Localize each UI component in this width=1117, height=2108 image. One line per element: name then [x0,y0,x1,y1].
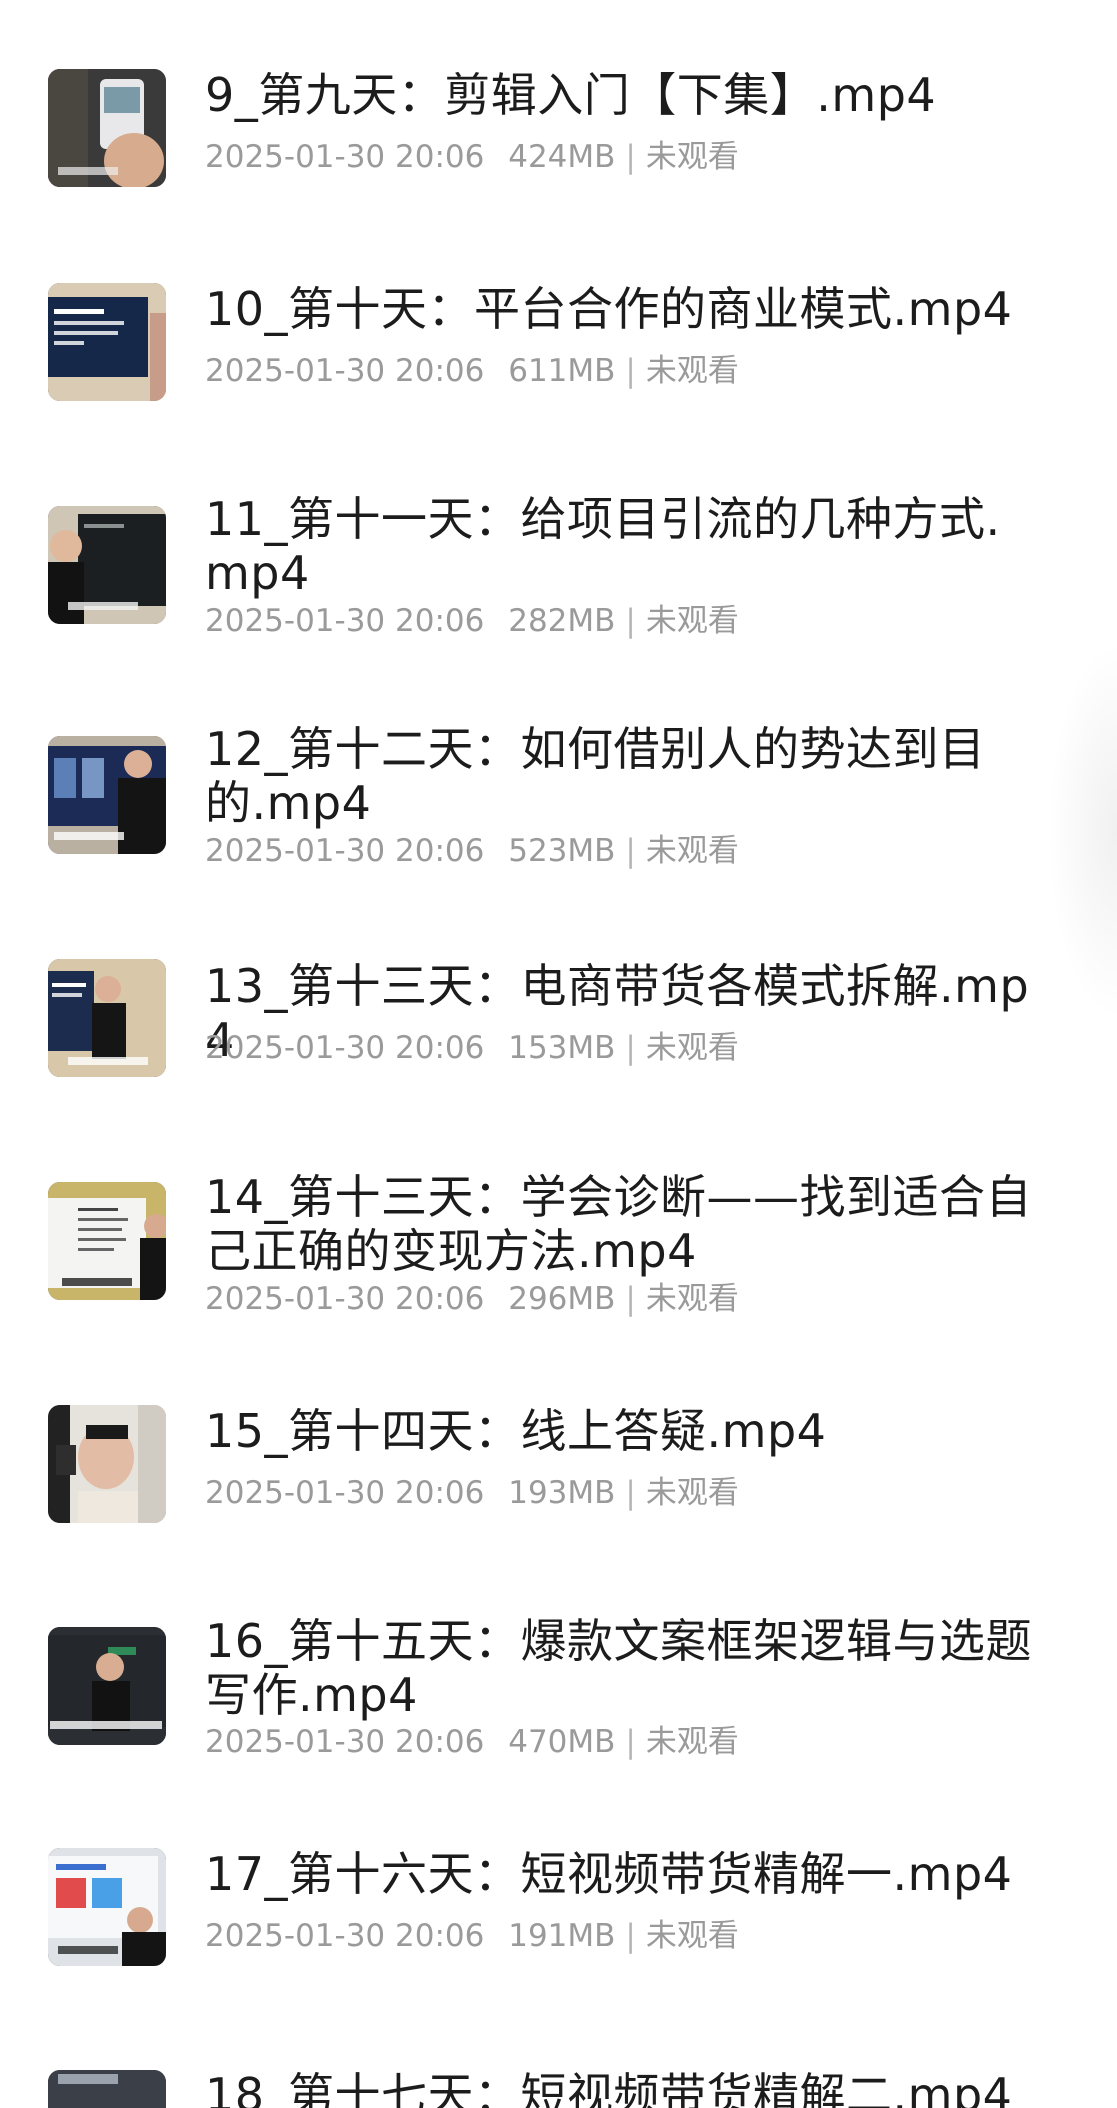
list-item[interactable]: 18_第十七天：短视频带货精解二.mp4 [0,2068,1117,2108]
meta-separator: | [625,603,636,639]
watch-status: 未观看 [645,1724,739,1760]
video-meta: 2025-01-30 20:06 470MB | 未观看 [205,1722,739,1762]
video-meta: 2025-01-30 20:06 191MB | 未观看 [205,1916,739,1956]
watch-status: 未观看 [645,139,739,175]
video-title[interactable]: 14_第十三天：学会诊断——找到适合自己正确的变现方法.mp4 [205,1170,1045,1278]
watch-status: 未观看 [645,1281,739,1317]
video-title[interactable]: 18_第十七天：短视频带货精解二.mp4 [205,2068,1045,2108]
video-title[interactable]: 17_第十六天：短视频带货精解一.mp4 [205,1847,1045,1901]
video-thumbnail-image [48,69,166,187]
video-meta: 2025-01-30 20:06 611MB | 未观看 [205,351,739,391]
video-thumbnail [48,283,166,401]
video-meta: 2025-01-30 20:06 193MB | 未观看 [205,1473,739,1513]
video-thumbnail-image [48,1182,166,1300]
video-meta: 2025-01-30 20:06 153MB | 未观看 [205,1028,739,1068]
video-meta: 2025-01-30 20:06 282MB | 未观看 [205,601,739,641]
video-thumbnail [48,69,166,187]
video-size: 296MB [508,1281,616,1317]
meta-separator: | [625,1724,636,1760]
video-date: 2025-01-30 20:06 [205,833,485,869]
video-title[interactable]: 10_第十天：平台合作的商业模式.mp4 [205,282,1045,336]
meta-separator: | [625,833,636,869]
video-date: 2025-01-30 20:06 [205,603,485,639]
edge-shadow [1047,640,1117,1020]
video-date: 2025-01-30 20:06 [205,1918,485,1954]
meta-separator: | [625,1030,636,1066]
video-size: 611MB [508,353,616,389]
video-size: 523MB [508,833,616,869]
video-file-list: 9_第九天：剪辑入门【下集】.mp4 2025-01-30 20:06 424M… [0,0,1117,2108]
video-date: 2025-01-30 20:06 [205,353,485,389]
video-thumbnail-image [48,736,166,854]
watch-status: 未观看 [645,1475,739,1511]
video-thumbnail-image [48,1405,166,1523]
watch-status: 未观看 [645,833,739,869]
video-size: 470MB [508,1724,616,1760]
meta-separator: | [625,353,636,389]
watch-status: 未观看 [645,1030,739,1066]
video-size: 153MB [508,1030,616,1066]
watch-status: 未观看 [645,353,739,389]
video-thumbnail [48,506,166,624]
meta-separator: | [625,1475,636,1511]
video-thumbnail-image [48,283,166,401]
video-thumbnail [48,1182,166,1300]
video-title[interactable]: 11_第十一天：给项目引流的几种方式.mp4 [205,492,1045,600]
video-thumbnail-image [48,2070,166,2108]
video-meta: 2025-01-30 20:06 523MB | 未观看 [205,831,739,871]
video-size: 282MB [508,603,616,639]
video-thumbnail-image [48,506,166,624]
video-thumbnail-image [48,1848,166,1966]
meta-separator: | [625,1281,636,1317]
video-date: 2025-01-30 20:06 [205,1030,485,1066]
video-thumbnail [48,2070,166,2108]
watch-status: 未观看 [645,1918,739,1954]
video-size: 191MB [508,1918,616,1954]
video-date: 2025-01-30 20:06 [205,1281,485,1317]
video-thumbnail [48,1848,166,1966]
video-meta: 2025-01-30 20:06 424MB | 未观看 [205,137,739,177]
video-date: 2025-01-30 20:06 [205,1724,485,1760]
video-date: 2025-01-30 20:06 [205,139,485,175]
video-title[interactable]: 9_第九天：剪辑入门【下集】.mp4 [205,68,1045,122]
meta-separator: | [625,139,636,175]
video-thumbnail [48,736,166,854]
video-size: 424MB [508,139,616,175]
video-size: 193MB [508,1475,616,1511]
video-thumbnail-image [48,959,166,1077]
meta-separator: | [625,1918,636,1954]
video-date: 2025-01-30 20:06 [205,1475,485,1511]
video-thumbnail-image [48,1627,166,1745]
watch-status: 未观看 [645,603,739,639]
video-thumbnail [48,1405,166,1523]
video-title[interactable]: 12_第十二天：如何借别人的势达到目的.mp4 [205,722,1045,830]
video-meta: 2025-01-30 20:06 296MB | 未观看 [205,1279,739,1319]
video-title[interactable]: 16_第十五天：爆款文案框架逻辑与选题写作.mp4 [205,1614,1045,1722]
video-thumbnail [48,1627,166,1745]
video-title[interactable]: 15_第十四天：线上答疑.mp4 [205,1404,1045,1458]
video-thumbnail [48,959,166,1077]
